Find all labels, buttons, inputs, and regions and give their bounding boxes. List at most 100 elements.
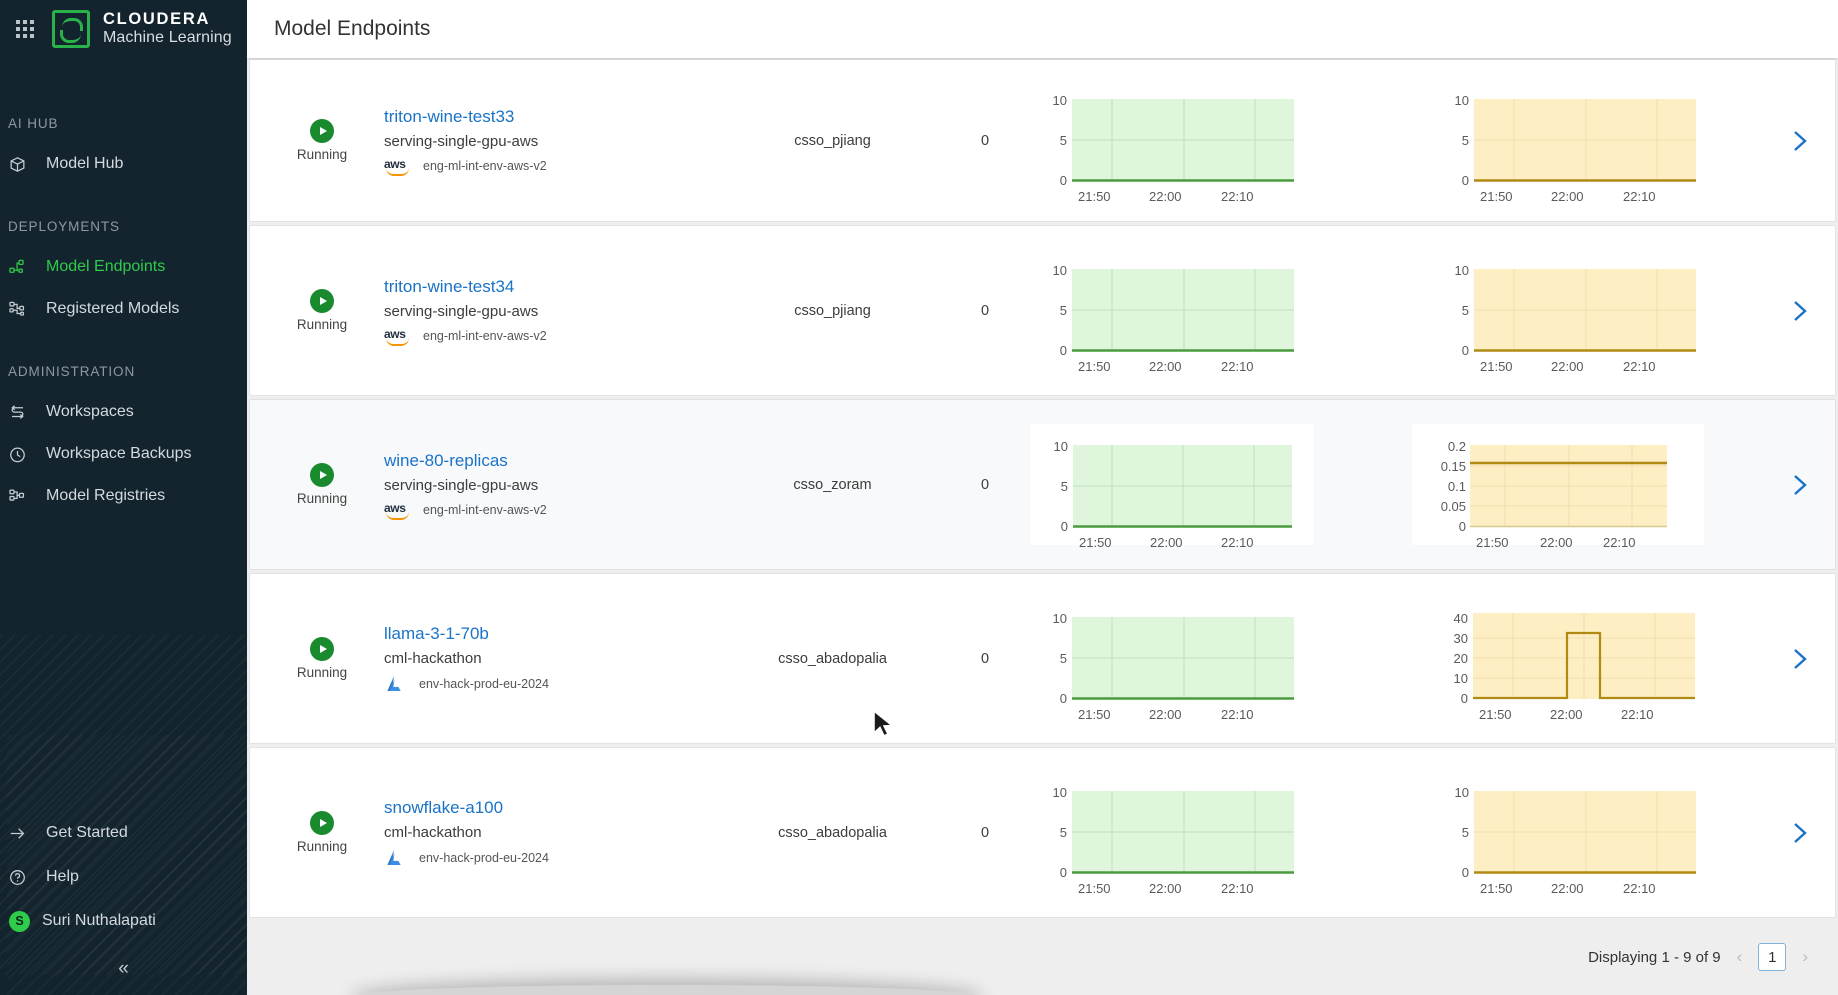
play-circle-icon: [310, 637, 334, 661]
content-area: Running triton-wine-test33 serving-singl…: [247, 58, 1838, 995]
x-tick-label: 22:10: [1221, 707, 1254, 722]
row-count-cell: 0: [980, 476, 990, 493]
x-tick-label: 21:50: [1078, 707, 1111, 722]
row-detail-chevron[interactable]: [1765, 298, 1835, 324]
sidebar-item-workspaces[interactable]: Workspaces: [0, 391, 247, 433]
sidebar-item-help[interactable]: Help: [0, 855, 247, 899]
sidebar-item-label: Help: [46, 868, 79, 885]
row-name-cell: snowflake-a100 cml-hackathon env-hack-pr…: [370, 798, 725, 868]
svg-text:0: 0: [1462, 343, 1469, 358]
model-subtitle: cml-hackathon: [384, 649, 482, 667]
sidebar-item-get-started[interactable]: Get Started: [0, 811, 247, 855]
sidebar-item-model-endpoints[interactable]: Model Endpoints: [0, 246, 247, 288]
cloudera-logo-icon: [52, 10, 90, 48]
row-status-cell: Running: [250, 811, 370, 854]
table-row[interactable]: Running snowflake-a100 cml-hackathon env…: [250, 748, 1835, 917]
svg-text:5: 5: [1462, 303, 1469, 318]
svg-text:10: 10: [1455, 263, 1469, 278]
row-detail-chevron[interactable]: [1765, 128, 1835, 154]
x-tick-label: 22:00: [1551, 881, 1584, 896]
x-tick-label: 22:00: [1550, 707, 1583, 722]
svg-text:0.2: 0.2: [1448, 439, 1466, 454]
model-endpoint-link[interactable]: snowflake-a100: [384, 798, 725, 818]
svg-text:10: 10: [1053, 263, 1067, 278]
table-row[interactable]: Running triton-wine-test33 serving-singl…: [250, 58, 1835, 221]
sidebar-item-registered-models[interactable]: Registered Models: [0, 288, 247, 330]
x-tick-label: 22:10: [1221, 535, 1254, 550]
row-detail-chevron[interactable]: [1765, 820, 1835, 846]
aws-logo-icon: aws: [384, 501, 414, 520]
row-status-cell: Running: [250, 637, 370, 680]
sidebar: CLOUDERA Machine Learning AI HUB Model H…: [0, 0, 247, 995]
row-detail-chevron[interactable]: [1765, 646, 1835, 672]
apps-grid-icon[interactable]: [12, 16, 38, 42]
pagination-footer: Displaying 1 - 9 of 9 ‹ 1 ›: [247, 919, 1838, 995]
sidebar-item-model-registries[interactable]: Model Registries: [0, 475, 247, 517]
row-owner-cell: csso_abadopalia: [778, 824, 887, 841]
pagination-next-button[interactable]: ›: [1800, 947, 1810, 967]
svg-text:40: 40: [1454, 611, 1468, 626]
sidebar-user-profile[interactable]: S Suri Nuthalapati: [0, 899, 247, 943]
svg-text:5: 5: [1060, 651, 1067, 666]
chevron-right-icon: [1794, 474, 1807, 495]
sidebar-item-label: Workspaces: [46, 403, 134, 420]
sidebar-collapse-button[interactable]: «: [0, 943, 247, 995]
model-environment: aws eng-ml-int-env-aws-v2: [384, 501, 725, 520]
sidebar-section-ai-hub: AI HUB: [8, 116, 59, 131]
chevron-right-icon: [1794, 130, 1807, 151]
sidebar-item-workspace-backups[interactable]: Workspace Backups: [0, 433, 247, 475]
pagination-prev-button[interactable]: ‹: [1735, 947, 1745, 967]
table-row[interactable]: Running wine-80-replicas serving-single-…: [250, 400, 1835, 569]
clock-history-icon: [8, 443, 34, 465]
cube-icon: [8, 153, 34, 175]
avatar: S: [9, 910, 30, 932]
svg-text:20: 20: [1454, 651, 1468, 666]
requests-chart: 10 5 0 21:50 22:00 22:10: [1030, 424, 1314, 550]
x-tick-label: 22:00: [1551, 359, 1584, 374]
status-badge: Running: [296, 317, 348, 332]
row-charts-cell: 10 5 0 21:50: [1030, 424, 1765, 550]
sidebar-section-deployments: DEPLOYMENTS: [8, 219, 120, 234]
x-tick-label: 21:50: [1476, 535, 1509, 550]
sidebar-item-model-hub[interactable]: Model Hub: [0, 143, 247, 185]
latency-chart-svg: 40 30 20 10 0: [1454, 611, 1695, 706]
row-status-cell: Running: [250, 463, 370, 506]
svg-text:0.1: 0.1: [1448, 479, 1466, 494]
aws-logo-icon: aws: [384, 327, 414, 346]
arrow-right-icon: [8, 822, 34, 844]
model-endpoint-link[interactable]: llama-3-1-70b: [384, 624, 725, 644]
x-tick-label: 21:50: [1078, 189, 1111, 204]
svg-text:10: 10: [1455, 785, 1469, 800]
model-endpoint-link[interactable]: triton-wine-test34: [384, 277, 725, 297]
brand-line-2: Machine Learning: [103, 29, 232, 47]
question-circle-icon: [8, 866, 34, 888]
displaying-count: Displaying 1 - 9 of 9: [1588, 948, 1721, 966]
x-tick-label: 22:10: [1221, 189, 1254, 204]
row-charts-cell: 10 5 0 21:50: [1030, 84, 1765, 204]
pagination-page-1[interactable]: 1: [1758, 943, 1787, 971]
row-count-cell: 0: [980, 302, 990, 319]
sidebar-item-label: Workspace Backups: [46, 445, 192, 462]
row-name-cell: triton-wine-test34 serving-single-gpu-aw…: [370, 277, 725, 346]
table-row[interactable]: Running triton-wine-test34 serving-singl…: [250, 226, 1835, 395]
svg-text:10: 10: [1053, 611, 1067, 626]
model-subtitle: cml-hackathon: [384, 823, 482, 841]
x-tick-label: 21:50: [1078, 881, 1111, 896]
table-row[interactable]: Running llama-3-1-70b cml-hackathon env-…: [250, 574, 1835, 743]
svg-text:0.15: 0.15: [1441, 459, 1466, 474]
requests-chart-svg: 10 5 0: [1053, 785, 1294, 880]
row-owner-cell: csso_pjiang: [794, 132, 871, 149]
requests-chart-svg: 10 5 0: [1054, 439, 1292, 534]
latency-chart: 10 5 0 21:50 22:00 22:10: [1432, 84, 1714, 204]
model-subtitle: serving-single-gpu-aws: [384, 132, 539, 150]
model-endpoint-link[interactable]: triton-wine-test33: [384, 107, 725, 127]
svg-text:5: 5: [1462, 133, 1469, 148]
row-detail-chevron[interactable]: [1765, 472, 1835, 498]
model-endpoint-link[interactable]: wine-80-replicas: [384, 451, 725, 471]
sidebar-bottom-group: Get Started Help S Suri Nuthalapati «: [0, 811, 247, 995]
x-tick-label: 21:50: [1479, 707, 1512, 722]
x-tick-label: 22:10: [1221, 881, 1254, 896]
row-count-cell: 0: [980, 650, 990, 667]
environment-label: eng-ml-int-env-aws-v2: [423, 502, 547, 517]
row-owner-cell: csso_zoram: [793, 476, 872, 493]
